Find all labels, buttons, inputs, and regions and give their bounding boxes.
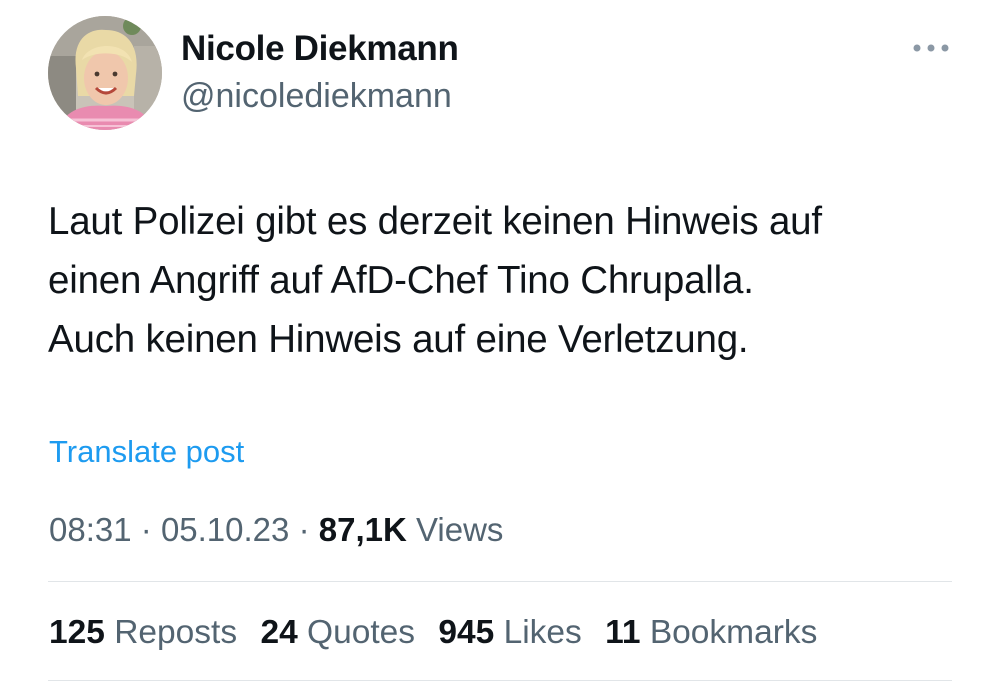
tweet-text-line: Laut Polizei gibt es derzeit keinen Hinw… xyxy=(48,200,822,243)
stat-likes[interactable]: 945 Likes xyxy=(438,610,581,656)
stat-bookmarks[interactable]: 11 Bookmarks xyxy=(605,610,817,656)
views-label: Views xyxy=(415,511,504,548)
engagement-stats: 125 Reposts 24 Quotes 945 Likes 11 Bookm… xyxy=(49,610,831,656)
stat-count: 11 xyxy=(605,614,641,651)
meta-separator: · xyxy=(298,511,310,548)
handle[interactable]: @nicolediekmann xyxy=(181,74,459,118)
tweet-meta: 08:31 · 05.10.23 · 87,1K Views xyxy=(49,508,503,552)
avatar[interactable] xyxy=(48,16,162,130)
views-count: 87,1K xyxy=(318,511,407,548)
user-info[interactable]: Nicole Diekmann @nicolediekmann xyxy=(181,28,459,118)
stat-count: 945 xyxy=(438,614,495,651)
tweet-text: Laut Polizei gibt es derzeit keinen Hinw… xyxy=(48,192,958,369)
tweet-date[interactable]: 05.10.23 xyxy=(161,511,289,548)
meta-separator: · xyxy=(140,511,152,548)
display-name[interactable]: Nicole Diekmann xyxy=(181,28,459,70)
tweet-time[interactable]: 08:31 xyxy=(49,511,132,548)
divider xyxy=(48,581,952,582)
translate-post-link[interactable]: Translate post xyxy=(49,432,244,472)
stat-reposts[interactable]: 125 Reposts xyxy=(49,610,237,656)
stat-label: Reposts xyxy=(114,614,238,651)
stat-label: Bookmarks xyxy=(649,614,818,651)
stat-count: 125 xyxy=(49,614,105,651)
stat-label: Likes xyxy=(503,614,582,651)
tweet-text-line: Auch keinen Hinweis auf eine Verletzung. xyxy=(48,318,749,361)
more-horizontal-icon[interactable] xyxy=(910,38,954,58)
tweet-header: Nicole Diekmann @nicolediekmann xyxy=(48,16,958,132)
stat-quotes[interactable]: 24 Quotes xyxy=(260,610,415,656)
divider xyxy=(48,680,952,681)
tweet-text-line: einen Angriff auf AfD-Chef Tino Chrupall… xyxy=(48,259,754,302)
stat-label: Quotes xyxy=(307,614,416,651)
avatar-photo xyxy=(48,16,162,130)
stat-count: 24 xyxy=(260,614,298,651)
